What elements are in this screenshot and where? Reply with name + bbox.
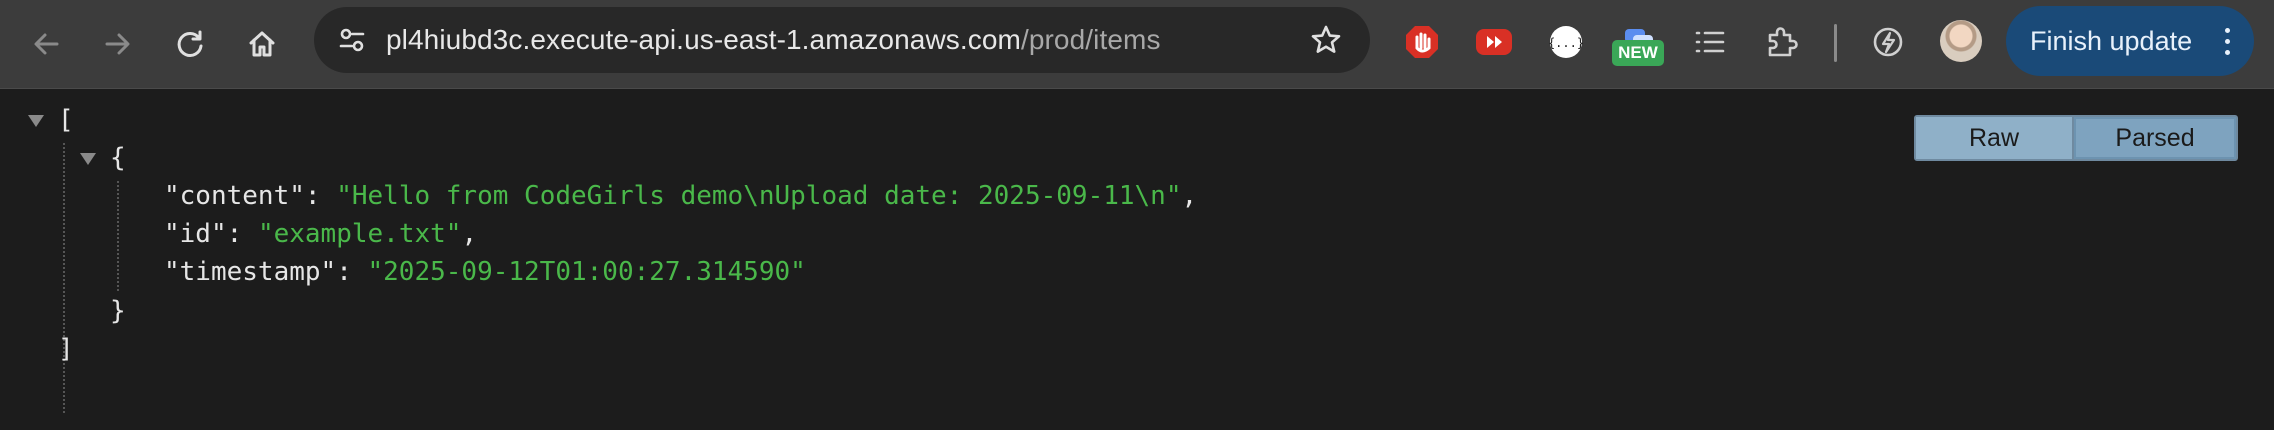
json-key: "timestamp" [164,257,337,287]
raw-button[interactable]: Raw [1916,117,2072,159]
video-extension-button[interactable] [1472,20,1516,64]
json-entry-timestamp: "timestamp": "2025-09-12T01:00:27.314590… [164,253,806,291]
json-key: "content" [164,181,305,211]
raw-parsed-toggle: Raw Parsed [1914,115,2238,161]
finish-update-label: Finish update [2030,26,2193,56]
json-viewer: Raw Parsed [ { "content": "Hello from Co… [0,89,2274,430]
reading-list-button[interactable] [1688,20,1732,64]
more-menu-icon[interactable] [2224,28,2232,56]
json-string-value: "example.txt" [257,219,462,249]
profile-avatar[interactable] [1940,20,1982,62]
json-extension-icon: {...} [1549,26,1583,58]
extensions-button[interactable] [1760,20,1804,64]
array-open-bracket: [ [58,105,74,135]
site-info-icon [339,28,365,52]
adblock-extension-button[interactable] [1400,20,1444,64]
forward-icon [105,33,130,55]
toolbar-divider [1834,24,1837,62]
json-colon: : [336,257,368,287]
json-comma: , [1181,181,1198,211]
object-indent-guide [117,181,119,291]
home-button[interactable] [234,16,290,72]
browser-toolbar: pl4hiubd3c.execute-api.us-east-1.amazona… [0,0,2274,89]
back-icon [34,33,59,55]
svg-text:{...}: {...} [1549,36,1583,50]
reload-button[interactable] [162,16,218,72]
collapse-object-toggle[interactable] [80,153,96,165]
forward-button[interactable] [90,16,146,72]
reload-icon [177,30,203,57]
json-colon: : [226,219,258,249]
home-icon [249,31,275,57]
json-entry-id: "id": "example.txt", [164,215,477,253]
json-colon: : [304,181,337,211]
parsed-button[interactable]: Parsed [2074,117,2236,159]
collapse-array-toggle[interactable] [28,115,44,127]
url-path: /prod/items [1020,24,1161,55]
address-bar[interactable]: pl4hiubd3c.execute-api.us-east-1.amazona… [314,7,1370,73]
json-entry-content: "content": "Hello from CodeGirls demo\nU… [164,177,1197,215]
array-close-bracket: ] [58,334,74,364]
video-extension-icon [1476,29,1512,55]
json-key: "id" [164,219,227,249]
reading-list-icon [1695,31,1725,53]
extensions-puzzle-icon [1768,27,1798,57]
bookmark-star-icon [1311,25,1341,53]
performance-icon [1873,27,1903,57]
new-badge: NEW [1612,40,1664,66]
array-indent-guide [63,143,65,413]
object-open-brace: { [110,143,126,173]
json-string-value: "2025-09-12T01:00:27.314590" [367,257,806,287]
finish-update-button[interactable]: Finish update [2006,6,2254,76]
site-info-button[interactable] [330,18,374,62]
bookmark-button[interactable] [1306,20,1346,60]
adblock-extension-icon [1406,26,1438,58]
url-text[interactable]: pl4hiubd3c.execute-api.us-east-1.amazona… [386,7,1161,73]
url-host: pl4hiubd3c.execute-api.us-east-1.amazona… [386,24,1021,55]
performance-button[interactable] [1866,20,1910,64]
json-string-value: "Hello from CodeGirls demo\nUpload date:… [336,181,1182,211]
json-comma: , [461,219,478,249]
json-extension-button[interactable]: {...} [1544,20,1588,64]
object-close-brace: } [110,296,126,326]
back-button[interactable] [18,16,74,72]
